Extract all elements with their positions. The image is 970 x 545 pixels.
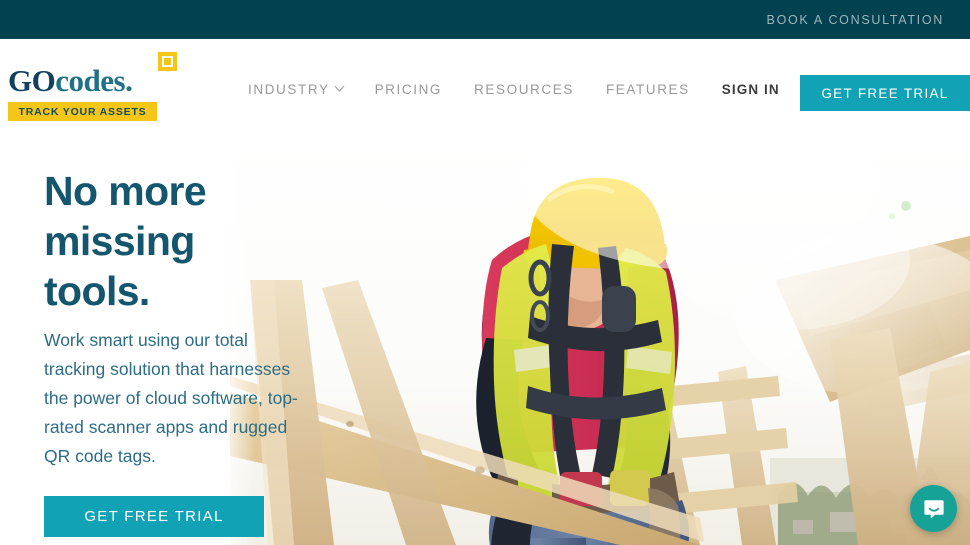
chat-bubble-smile-icon	[923, 499, 944, 518]
nav-item-pricing[interactable]: PRICING	[375, 82, 442, 97]
nav-item-industry-label: INDUSTRY	[248, 82, 330, 97]
site-logo[interactable]: GOcodes. TRACK YOUR ASSETS	[8, 52, 178, 121]
top-utility-bar: BOOK A CONSULTATION	[0, 0, 970, 39]
nav-item-industry[interactable]: INDUSTRY	[248, 81, 345, 97]
hero-heading: No more missing tools.	[44, 166, 344, 316]
logo-codes-text: codes	[55, 63, 126, 98]
site-header: GOcodes. TRACK YOUR ASSETS INDUSTRY PRIC…	[0, 39, 970, 140]
nav-item-resources[interactable]: RESOURCES	[474, 82, 574, 97]
chevron-down-icon	[334, 81, 345, 92]
hero-paragraph: Work smart using our total tracking solu…	[44, 330, 298, 466]
hero-get-free-trial-button[interactable]: GET FREE TRIAL	[44, 496, 264, 537]
logo-go-text: GO	[8, 63, 56, 98]
logo-tagline-banner: TRACK YOUR ASSETS	[8, 102, 157, 121]
logo-wordmark: GOcodes.	[8, 52, 178, 99]
page-root: BOOK A CONSULTATION GOcodes. TRACK YOUR …	[0, 0, 970, 545]
qr-square-icon	[158, 52, 177, 71]
logo-period: .	[125, 63, 133, 98]
logo-tagline-text: TRACK YOUR ASSETS	[18, 105, 147, 118]
chat-launcher-button[interactable]	[910, 485, 957, 532]
main-navigation: INDUSTRY PRICING RESOURCES FEATURES SIGN…	[248, 39, 780, 140]
hero-copy-block: No more missing tools. Work smart using …	[44, 166, 344, 537]
nav-item-features[interactable]: FEATURES	[606, 82, 690, 97]
header-get-free-trial-button[interactable]: GET FREE TRIAL	[800, 75, 970, 111]
hero-heading-line2: tools.	[44, 268, 150, 314]
hero-section: No more missing tools. Work smart using …	[0, 140, 970, 545]
hero-heading-line1: No more missing	[44, 168, 207, 264]
book-consultation-link[interactable]: BOOK A CONSULTATION	[767, 13, 944, 27]
nav-item-sign-in[interactable]: SIGN IN	[722, 82, 780, 97]
